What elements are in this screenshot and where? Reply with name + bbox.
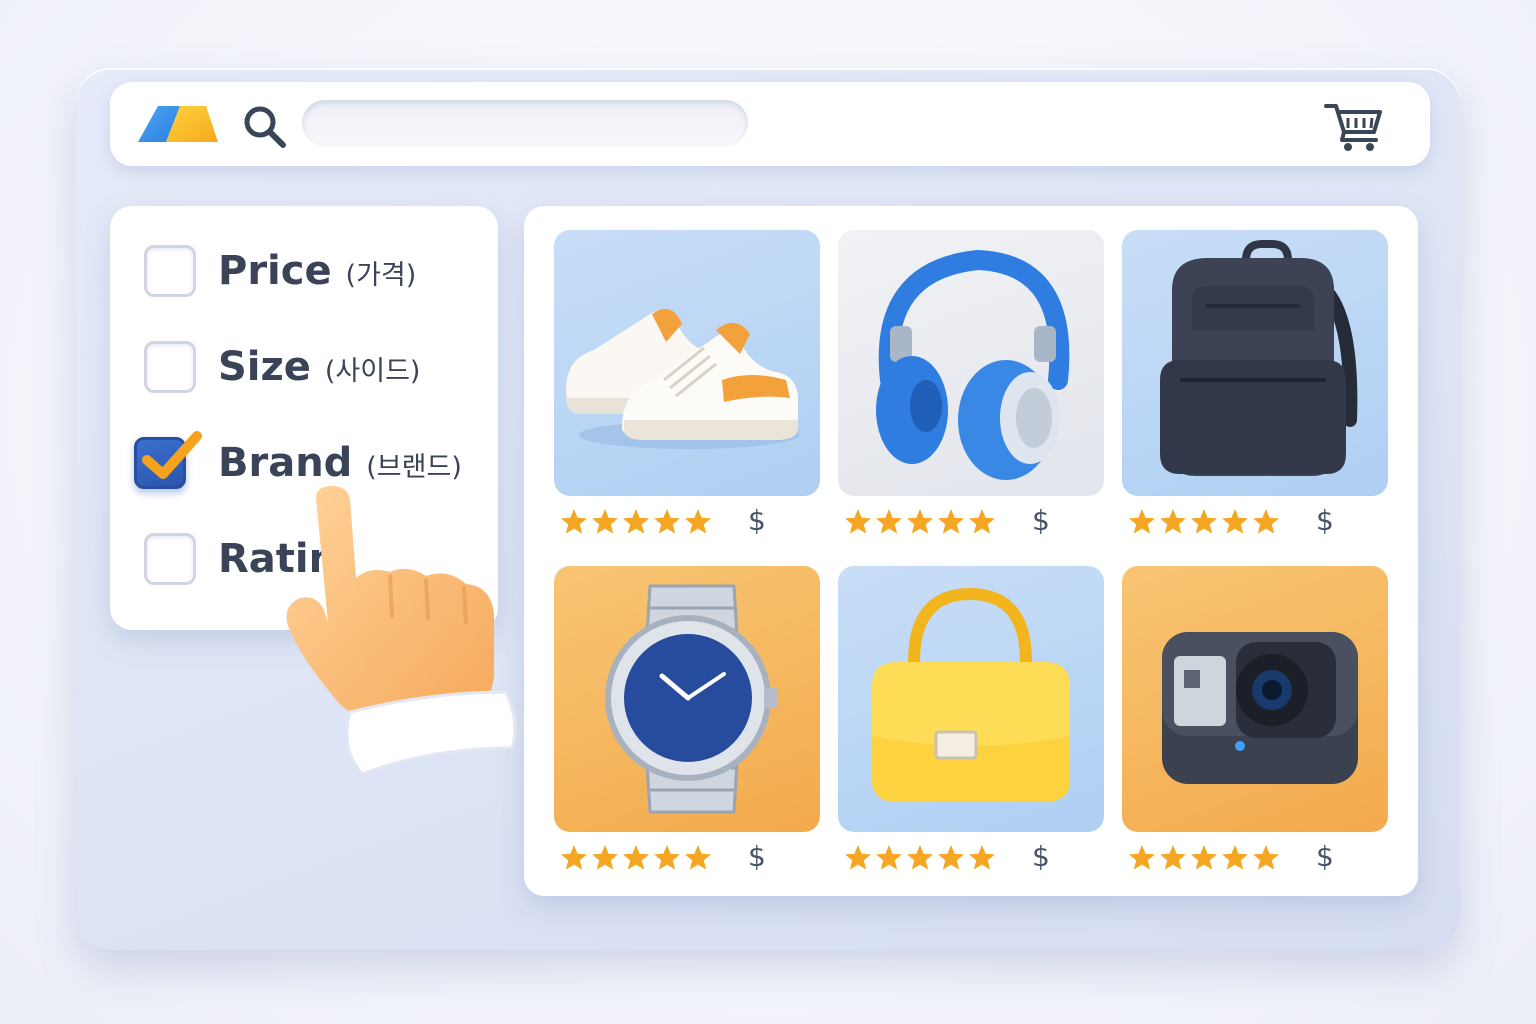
- product-card-camera[interactable]: [1122, 566, 1388, 832]
- headphones-icon: [876, 249, 1070, 480]
- rating-stars: [560, 508, 712, 536]
- star-icon: [654, 845, 680, 870]
- price-label: $: [1032, 504, 1050, 537]
- backpack-icon: [1160, 240, 1358, 476]
- product-card-sneakers[interactable]: [554, 230, 820, 496]
- rating-stars: [560, 844, 712, 872]
- star-icon: [592, 845, 618, 870]
- product-card-headphones[interactable]: [838, 230, 1104, 496]
- star-icon: [623, 509, 649, 534]
- star-icon: [561, 509, 587, 534]
- filter-label-price: Price (가격): [218, 248, 417, 294]
- filter-item-size[interactable]: Size (사이드): [110, 332, 498, 402]
- search-input[interactable]: [302, 100, 748, 146]
- star-icon: [685, 509, 711, 534]
- star-icon: [938, 509, 964, 534]
- star-icon: [1191, 845, 1217, 870]
- shopping-cart-icon[interactable]: [1322, 98, 1386, 154]
- price-label: $: [1032, 840, 1050, 873]
- size-checkbox[interactable]: [144, 341, 196, 393]
- rating-stars: [844, 844, 996, 872]
- star-icon: [654, 509, 680, 534]
- filter-sub-brand: (브랜드): [366, 452, 462, 483]
- rating-stars: [1128, 508, 1280, 536]
- watch-icon: [605, 584, 778, 814]
- star-icon: [907, 509, 933, 534]
- price-label: $: [1316, 840, 1334, 873]
- product-card-watch[interactable]: [554, 566, 820, 832]
- star-icon: [1129, 509, 1155, 534]
- price-label: $: [1316, 504, 1334, 537]
- star-icon: [969, 845, 995, 870]
- star-icon: [592, 509, 618, 534]
- filter-sub-size: (사이드): [324, 356, 421, 387]
- rating-checkbox[interactable]: [144, 533, 196, 585]
- rating-stars: [844, 508, 996, 536]
- product-meta-backpack: $: [1124, 504, 1390, 548]
- star-icon: [623, 845, 649, 870]
- checkmark-icon: [142, 431, 202, 479]
- sneakers-icon: [566, 308, 799, 449]
- product-meta-sneakers: $: [556, 504, 822, 548]
- star-icon: [685, 845, 711, 870]
- rating-stars: [1128, 844, 1280, 872]
- star-icon: [907, 845, 933, 870]
- product-card-backpack[interactable]: [1122, 230, 1388, 496]
- product-meta-watch: $: [556, 840, 822, 884]
- star-icon: [1160, 845, 1186, 870]
- star-icon: [1253, 509, 1279, 534]
- star-icon: [1129, 845, 1155, 870]
- price-label: $: [748, 840, 766, 873]
- brand-logo[interactable]: [136, 104, 220, 144]
- price-checkbox[interactable]: [144, 245, 196, 297]
- product-meta-handbag: $: [840, 840, 1106, 884]
- handbag-icon: [872, 587, 1070, 802]
- star-icon: [1253, 845, 1279, 870]
- star-icon: [876, 509, 902, 534]
- star-icon: [1160, 509, 1186, 534]
- star-icon: [1191, 509, 1217, 534]
- action-camera-icon: [1162, 632, 1358, 784]
- search-icon[interactable]: [240, 102, 288, 150]
- pointing-hand-cursor: [286, 486, 517, 776]
- brand-checkbox[interactable]: [134, 431, 202, 489]
- star-icon: [845, 509, 871, 534]
- filter-label-brand: Brand (브랜드): [218, 440, 462, 486]
- product-card-handbag[interactable]: [838, 566, 1104, 832]
- star-icon: [938, 845, 964, 870]
- star-icon: [561, 845, 587, 870]
- star-icon: [1222, 845, 1248, 870]
- product-meta-camera: $: [1124, 840, 1390, 884]
- star-icon: [876, 845, 902, 870]
- filter-item-price[interactable]: Price (가격): [110, 236, 498, 306]
- filter-sub-price: (가격): [345, 260, 417, 291]
- star-icon: [1222, 509, 1248, 534]
- price-label: $: [748, 504, 766, 537]
- star-icon: [845, 845, 871, 870]
- star-icon: [969, 509, 995, 534]
- filter-label-size: Size (사이드): [218, 344, 421, 390]
- product-meta-headphones: $: [840, 504, 1106, 548]
